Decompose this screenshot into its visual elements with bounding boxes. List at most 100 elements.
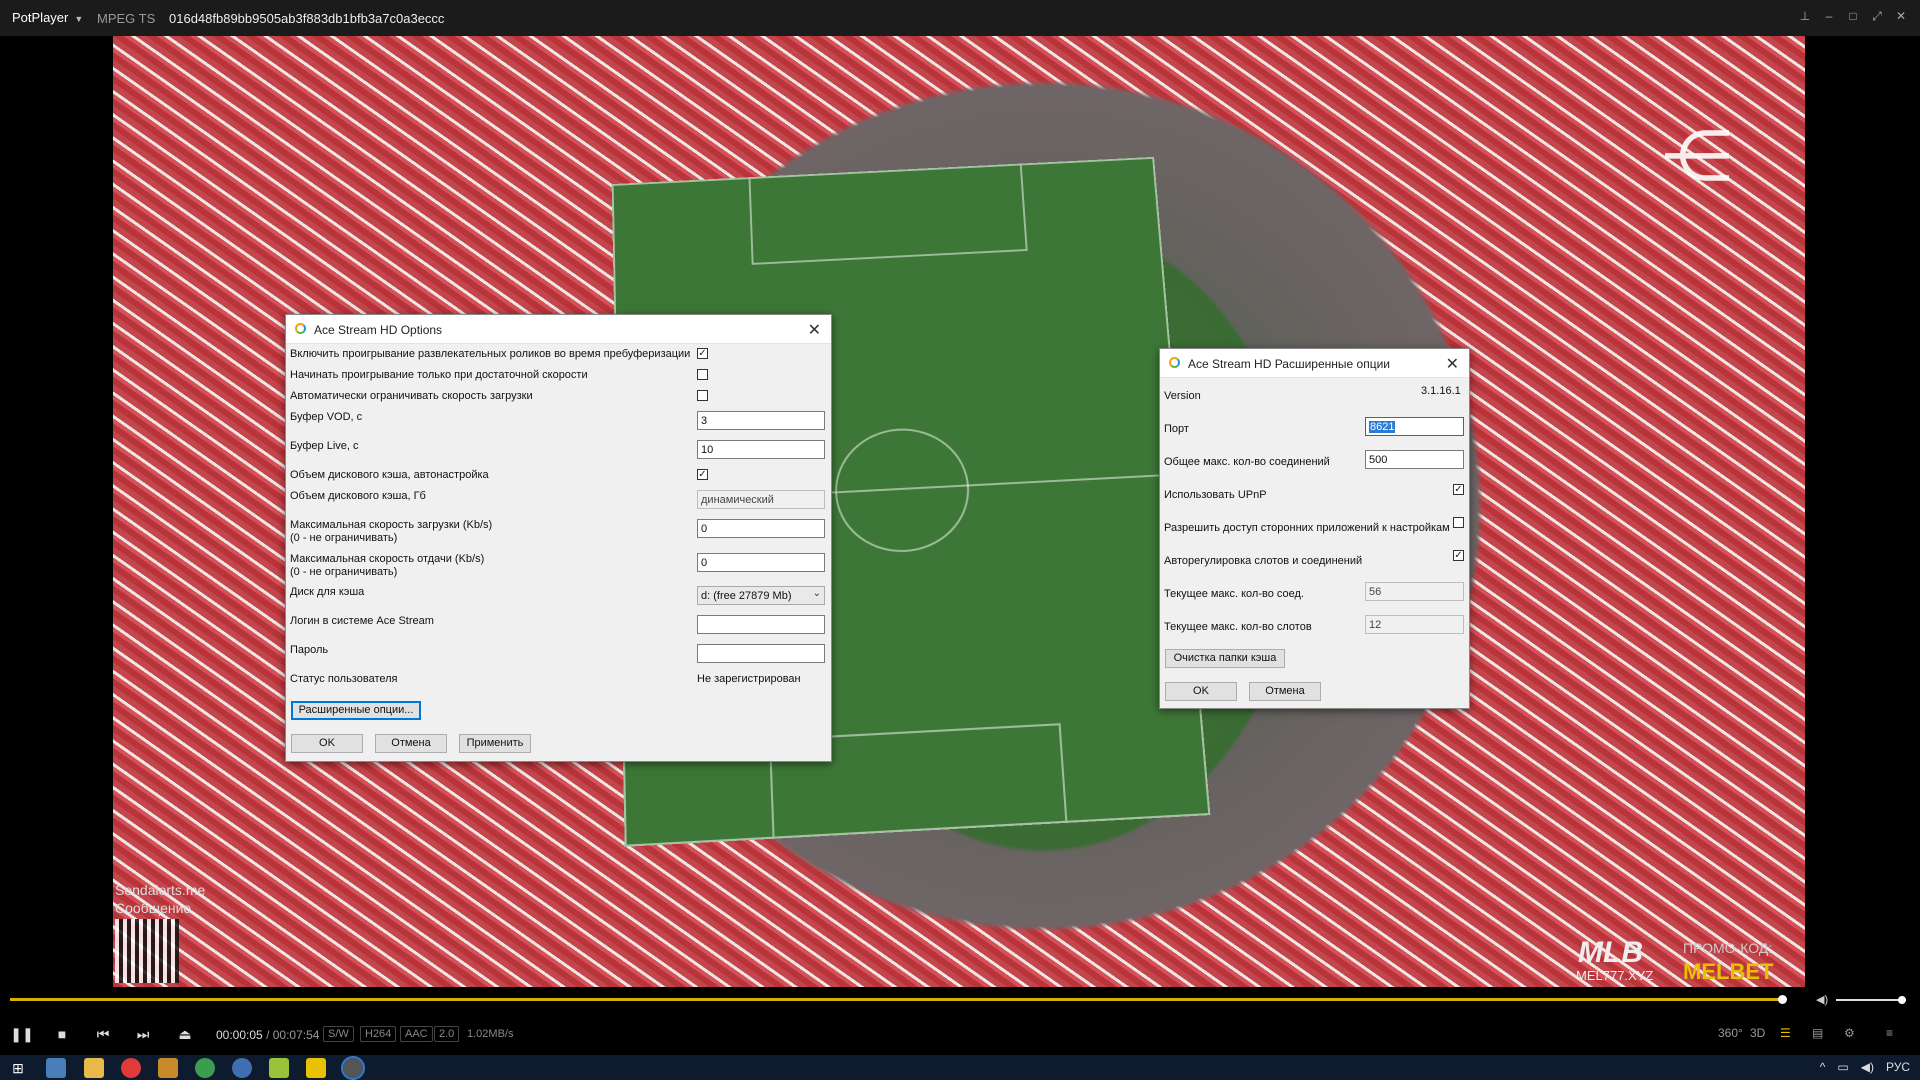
- tag-h264[interactable]: H264: [360, 1026, 397, 1042]
- label-auto-slots: Авторегулировка слотов и соединений: [1164, 555, 1363, 567]
- checkbox-third-party[interactable]: [1453, 517, 1464, 528]
- label-third-party: Разрешить доступ сторонних приложений к …: [1164, 522, 1450, 534]
- start-icon[interactable]: ⊞: [8, 1058, 28, 1078]
- total-conn-input[interactable]: [1365, 450, 1464, 469]
- volume-thumb[interactable]: [1898, 996, 1906, 1004]
- cur-conn-input: [1365, 582, 1464, 601]
- version-value: 3.1.16.1: [1421, 385, 1461, 397]
- app-name: PotPlayer: [12, 10, 69, 25]
- label-vod-buffer: Буфер VOD, с: [290, 411, 363, 423]
- label-upnp: Использовать UPnP: [1164, 489, 1267, 501]
- close-icon[interactable]: ✕: [808, 320, 821, 340]
- language-indicator[interactable]: РУС: [1886, 1060, 1910, 1074]
- ace-stream-icon: [1169, 357, 1180, 368]
- stop-icon[interactable]: ■: [50, 1023, 74, 1045]
- tag-channels[interactable]: 2.0: [434, 1026, 460, 1042]
- potplayer-icon[interactable]: [306, 1058, 326, 1078]
- close-icon[interactable]: ✕: [1446, 354, 1459, 374]
- clear-cache-button[interactable]: Очистка папки кэша: [1165, 649, 1285, 668]
- vr360-icon[interactable]: 360°: [1718, 1026, 1743, 1040]
- yandex-icon[interactable]: [121, 1058, 141, 1078]
- ok-button[interactable]: OK: [1165, 682, 1237, 701]
- mlb-url: MEL777.XYZ: [1576, 968, 1654, 983]
- network-icon[interactable]: ▭: [1837, 1060, 1848, 1074]
- max-download-input[interactable]: [697, 519, 825, 538]
- checkbox-disk-cache-auto[interactable]: ✓: [697, 469, 708, 480]
- label-disk-cache-gb: Объем дискового кэша, Гб: [290, 490, 426, 502]
- maximize-icon[interactable]: □: [1846, 9, 1860, 23]
- label-user-status: Статус пользователя: [290, 673, 398, 685]
- label-disk-cache-auto: Объем дискового кэша, автонастройка: [290, 469, 489, 481]
- dialog-title: Ace Stream HD Options: [314, 323, 443, 337]
- checkbox-auto-limit[interactable]: [697, 390, 708, 401]
- max-upload-input[interactable]: [697, 553, 825, 572]
- live-buffer-input[interactable]: [697, 440, 825, 459]
- menu-icon[interactable]: ≡: [1886, 1026, 1893, 1040]
- label-max-download: Максимальная скорость загрузки (Kb/s) (0 …: [290, 519, 493, 544]
- apply-button[interactable]: Применить: [459, 734, 531, 753]
- chevron-down-icon: ⌄: [812, 588, 821, 599]
- cancel-button[interactable]: Отмена: [1249, 682, 1321, 701]
- app-icon-7[interactable]: [269, 1058, 289, 1078]
- chrome-icon[interactable]: [195, 1058, 215, 1078]
- minimize-icon[interactable]: –: [1822, 9, 1836, 23]
- acestream-task-icon[interactable]: [341, 1056, 365, 1080]
- checkbox-auto-slots[interactable]: ✓: [1453, 550, 1464, 561]
- tag-aac[interactable]: AAC: [400, 1026, 433, 1042]
- chevron-down-icon: ▼: [74, 14, 84, 24]
- label-start-speed: Начинать проигрывание только при достато…: [290, 369, 588, 381]
- login-input[interactable]: [697, 615, 825, 634]
- potplayer-menu[interactable]: PotPlayer ▼: [12, 10, 83, 25]
- 3d-icon[interactable]: 3D: [1750, 1026, 1765, 1040]
- tag-sw[interactable]: S/W: [323, 1026, 354, 1042]
- label-cur-slots: Текущее макс. кол-во слотов: [1164, 621, 1312, 633]
- cancel-button[interactable]: Отмена: [375, 734, 447, 753]
- steam-icon[interactable]: [232, 1058, 252, 1078]
- next-icon[interactable]: ⏭: [131, 1023, 155, 1045]
- vod-buffer-input[interactable]: [697, 411, 825, 430]
- app-icon-1[interactable]: [46, 1058, 66, 1078]
- app-icon-4[interactable]: [158, 1058, 178, 1078]
- chevron-up-icon[interactable]: ^: [1820, 1060, 1826, 1074]
- promo-code: MELBET: [1683, 959, 1774, 984]
- label-password: Пароль: [290, 644, 329, 656]
- pin-icon[interactable]: ⊥: [1798, 9, 1812, 23]
- password-input[interactable]: [697, 644, 825, 663]
- system-tray: ^ ▭ ◀) РУС: [1820, 1060, 1910, 1074]
- qr-code-icon: [115, 919, 179, 983]
- cache-disk-select[interactable]: d: (free 27879 Mb) ⌄: [697, 586, 825, 605]
- volume-slider[interactable]: ◀): [1816, 993, 1906, 1006]
- ace-options-dialog: Ace Stream HD Options ✕ Включить проигры…: [285, 314, 832, 762]
- checkbox-upnp[interactable]: ✓: [1453, 484, 1464, 495]
- playlist-icon[interactable]: ☰: [1780, 1026, 1791, 1040]
- fullscreen-icon[interactable]: ⤢: [1870, 9, 1884, 23]
- dialog-titlebar: Ace Stream HD Options ✕: [286, 315, 831, 344]
- advanced-options-button[interactable]: Расширенные опции...: [291, 701, 421, 720]
- close-icon[interactable]: ✕: [1894, 9, 1908, 23]
- format-label: MPEG TS: [97, 11, 156, 26]
- dialog-title: Ace Stream HD Расширенные опции: [1188, 357, 1390, 371]
- label-cur-conn: Текущее макс. кол-во соед.: [1164, 588, 1304, 600]
- mlb-logo: MLB: [1578, 936, 1643, 969]
- seek-bar[interactable]: ◀): [0, 987, 1920, 1013]
- seek-track[interactable]: [10, 998, 1780, 1001]
- checkbox-start-speed[interactable]: [697, 369, 708, 380]
- chapter-icon[interactable]: ▤: [1812, 1026, 1823, 1040]
- windows-taskbar: ⊞ ^ ▭ ◀) РУС: [0, 1055, 1920, 1080]
- folder-icon[interactable]: [84, 1058, 104, 1078]
- label-total-conn: Общее макс. кол-во соединений: [1164, 456, 1330, 468]
- previous-icon[interactable]: ⏮: [91, 1023, 115, 1045]
- port-input[interactable]: 8621: [1365, 417, 1464, 436]
- speaker-icon[interactable]: ◀): [1816, 993, 1828, 1006]
- ok-button[interactable]: OK: [291, 734, 363, 753]
- gear-icon[interactable]: ⚙: [1844, 1026, 1855, 1040]
- cache-disk-value: d: (free 27879 Mb): [701, 590, 792, 602]
- channel-logo-icon: ⋲: [1662, 117, 1732, 195]
- pause-icon[interactable]: ❚❚: [10, 1023, 34, 1045]
- file-name: 016d48fb89bb9505ab3f883db1bfb3a7c0a3eccc: [169, 11, 445, 26]
- player-titlebar: PotPlayer ▼ MPEG TS 016d48fb89bb9505ab3f8…: [0, 0, 1920, 36]
- checkbox-enable-ads[interactable]: ✓: [697, 348, 708, 359]
- seek-thumb[interactable]: [1778, 995, 1787, 1004]
- speaker-icon[interactable]: ◀): [1861, 1060, 1874, 1074]
- eject-icon[interactable]: ⏏: [173, 1023, 197, 1045]
